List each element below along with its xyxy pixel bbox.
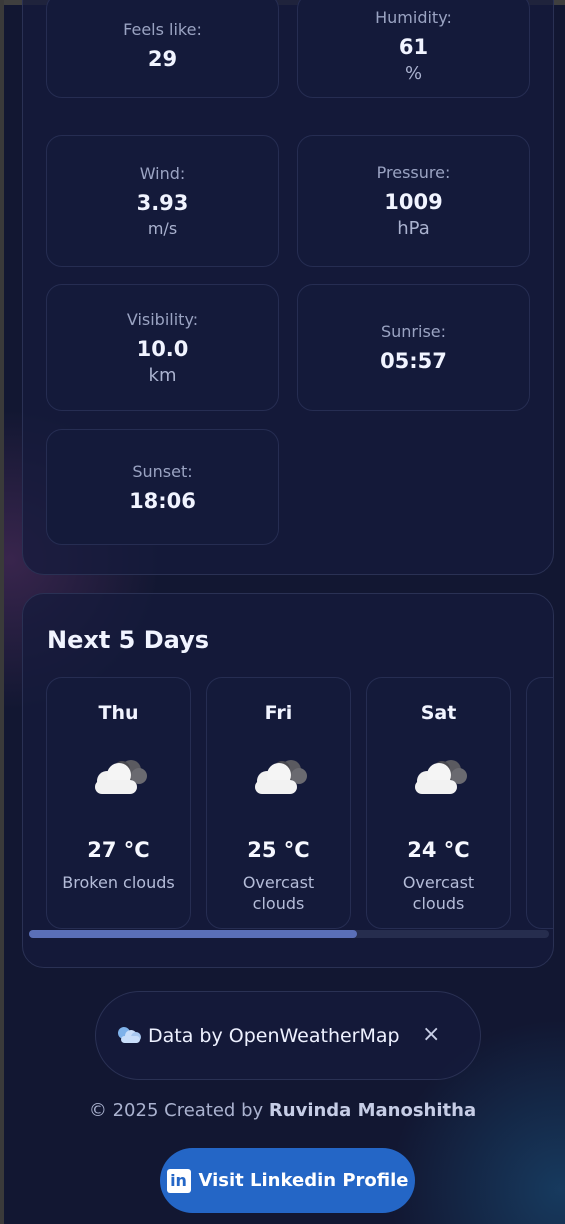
cloud-icon bbox=[255, 760, 307, 794]
forecast-day-desc: Overcast clouds bbox=[242, 873, 315, 913]
humidity-label: Humidity: bbox=[375, 7, 452, 27]
credit-prefix: © 2025 Created by bbox=[88, 1100, 264, 1121]
forecast-day-temp: 25 °C bbox=[247, 838, 310, 862]
visibility-label: Visibility: bbox=[126, 309, 199, 329]
humidity-unit: % bbox=[404, 62, 423, 84]
forecast-day-card[interactable]: Fri 25 °C Overcast clouds bbox=[206, 677, 351, 929]
wind-value: 3.93 bbox=[136, 191, 189, 215]
forecast-day-temp: 24 °C bbox=[407, 838, 470, 862]
weather-details-panel: Feels like: 29 Humidity: 61 % Wind: 3.93… bbox=[22, 0, 554, 575]
pressure-label: Pressure: bbox=[376, 163, 451, 182]
cloud-icon bbox=[95, 760, 147, 794]
pressure-value: 1009 bbox=[384, 190, 443, 214]
sunrise-value: 05:57 bbox=[380, 349, 447, 373]
visibility-value: 10.0 bbox=[136, 336, 189, 361]
humidity-value: 61 bbox=[398, 34, 429, 59]
wind-label: Wind: bbox=[139, 164, 186, 183]
forecast-panel: Next 5 Days Thu 27 °C Broken clouds Fri … bbox=[22, 593, 554, 968]
linkedin-profile-button[interactable]: in Visit Linkedin Profile bbox=[160, 1148, 415, 1213]
forecast-scrollbar-thumb[interactable] bbox=[29, 930, 357, 938]
forecast-day-desc: Overcast clouds bbox=[402, 873, 475, 913]
forecast-day-card[interactable]: Sat 24 °C Overcast clouds bbox=[366, 677, 511, 929]
sunset-value: 18:06 bbox=[129, 488, 196, 513]
forecast-day-name: Fri bbox=[264, 702, 293, 724]
attribution-text: Data by OpenWeatherMap bbox=[148, 1025, 400, 1047]
feels-like-value: 29 bbox=[147, 47, 178, 71]
window-frame-left bbox=[0, 0, 4, 1224]
forecast-day-card-partial[interactable] bbox=[526, 677, 553, 929]
weather-icon bbox=[118, 1027, 141, 1043]
linkedin-icon: in bbox=[166, 1168, 191, 1193]
sunrise-label: Sunrise: bbox=[380, 322, 447, 341]
pressure-unit: hPa bbox=[397, 218, 430, 239]
wind-unit: m/s bbox=[147, 219, 178, 238]
forecast-day-temp: 27 °C bbox=[87, 838, 150, 862]
feels-like-label: Feels like: bbox=[123, 20, 202, 39]
forecast-day-card[interactable]: Thu 27 °C Broken clouds bbox=[46, 677, 191, 929]
forecast-day-desc: Broken clouds bbox=[62, 873, 175, 892]
author-name: Ruvinda Manoshitha bbox=[268, 1100, 477, 1121]
visibility-unit: km bbox=[148, 364, 177, 386]
forecast-scrollbar[interactable] bbox=[29, 930, 549, 938]
sunset-label: Sunset: bbox=[132, 461, 193, 481]
cloud-icon bbox=[415, 760, 467, 794]
wind-card: Wind: 3.93 m/s bbox=[46, 135, 279, 267]
forecast-title: Next 5 Days bbox=[47, 626, 210, 654]
attribution-banner: Data by OpenWeatherMap × bbox=[95, 991, 481, 1080]
pressure-card: Pressure: 1009 hPa bbox=[297, 135, 530, 267]
linkedin-button-label: Visit Linkedin Profile bbox=[198, 1170, 409, 1191]
visibility-card: Visibility: 10.0 km bbox=[46, 284, 279, 411]
footer-credit: © 2025 Created by Ruvinda Manoshitha bbox=[0, 1100, 565, 1121]
forecast-day-name: Sat bbox=[420, 702, 457, 724]
forecast-day-name: Thu bbox=[98, 702, 139, 724]
sunrise-card: Sunrise: 05:57 bbox=[297, 284, 530, 411]
sunset-card: Sunset: 18:06 bbox=[46, 429, 279, 545]
close-icon[interactable]: × bbox=[422, 1022, 440, 1047]
feels-like-card: Feels like: 29 bbox=[46, 0, 279, 98]
humidity-card: Humidity: 61 % bbox=[297, 0, 530, 98]
